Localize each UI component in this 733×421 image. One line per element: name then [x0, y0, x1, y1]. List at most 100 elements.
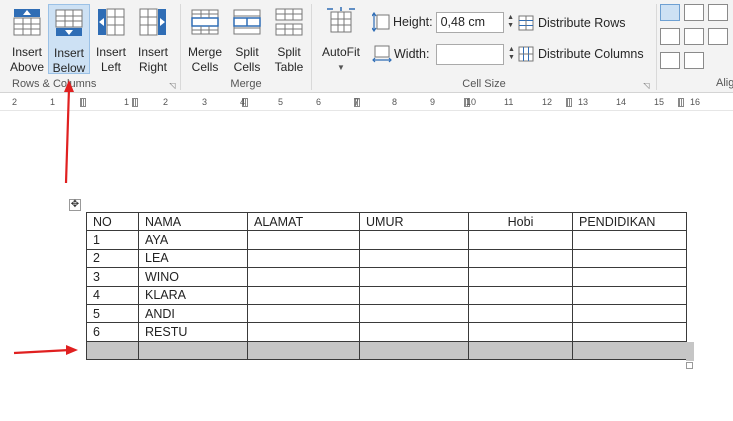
table-cell[interactable] [468, 267, 573, 287]
cell-size-launcher-icon[interactable]: ◹ [642, 81, 651, 90]
table-cell[interactable]: 2 [86, 248, 139, 269]
merge-cells-button[interactable]: Merge Cells [184, 4, 226, 74]
table-cell[interactable] [359, 322, 469, 342]
align-middle-right-button[interactable] [708, 28, 728, 45]
table-cell[interactable] [247, 248, 360, 269]
table-cell[interactable] [247, 303, 360, 324]
table-cell[interactable] [359, 303, 469, 324]
table-cell-selected[interactable] [247, 340, 360, 361]
insert-left-icon [98, 8, 125, 36]
table-cell[interactable]: 4 [86, 285, 139, 305]
table-cell[interactable]: 1 [86, 230, 139, 250]
ruler-number: 1 [50, 97, 56, 107]
table-resize-handle[interactable] [686, 362, 693, 369]
table-cell[interactable]: LEA [138, 248, 248, 269]
align-middle-center-button[interactable] [684, 28, 704, 45]
table-cell[interactable]: WINO [138, 267, 248, 287]
table-cell[interactable]: 5 [86, 303, 139, 324]
table-cell[interactable]: AYA [138, 230, 248, 250]
table-header-cell[interactable]: NO [86, 211, 139, 232]
insert-below-label-1: Insert [53, 46, 84, 60]
distribute-columns-button[interactable]: Distribute Columns [518, 43, 644, 65]
table-header-cell[interactable]: Hobi [468, 211, 573, 232]
spin-down-icon[interactable]: ▼ [508, 54, 515, 62]
ruler-column-marker[interactable] [132, 98, 138, 107]
table-cell[interactable] [468, 303, 573, 324]
width-label: Width: [394, 47, 430, 61]
rows-columns-group: Insert Above Insert Below Insert Left In… [0, 0, 180, 92]
table-cell[interactable] [572, 285, 687, 305]
ruler-indent-marker[interactable] [80, 98, 86, 107]
align-top-center-button[interactable] [684, 4, 704, 21]
distribute-rows-button[interactable]: Distribute Rows [518, 12, 626, 34]
table-cell-selected[interactable] [359, 340, 469, 361]
table-row: 6 RESTU [86, 322, 687, 342]
table-cell[interactable] [572, 303, 687, 324]
table-header-cell[interactable]: NAMA [138, 211, 248, 232]
horizontal-ruler[interactable]: 2 1 1 2 3 4 5 6 7 8 9 10 11 12 13 14 15 … [0, 95, 733, 111]
align-top-right-button[interactable] [708, 4, 728, 21]
width-input[interactable] [436, 43, 505, 65]
align-bottom-left-button[interactable] [660, 52, 680, 69]
table-move-handle-icon[interactable]: ✥ [69, 199, 81, 211]
table-header-cell[interactable]: ALAMAT [247, 211, 360, 232]
width-spinner[interactable]: ▲ ▼ [505, 44, 517, 65]
table-cell[interactable] [468, 322, 573, 342]
table-cell[interactable] [359, 248, 469, 269]
table-cell[interactable] [359, 285, 469, 305]
table-cell[interactable]: 6 [86, 322, 139, 342]
align-middle-left-button[interactable] [660, 28, 680, 45]
table-cell-selected[interactable] [138, 340, 248, 361]
split-table-button[interactable]: Split Table [268, 4, 310, 74]
distribute-columns-label: Distribute Columns [538, 47, 644, 61]
table-cell[interactable]: ANDI [138, 303, 248, 324]
table-header-cell[interactable]: PENDIDIKAN [572, 211, 687, 232]
table-cell[interactable]: KLARA [138, 285, 248, 305]
table-cell-selected[interactable] [468, 340, 573, 361]
table-cell[interactable] [572, 248, 687, 269]
spin-down-icon[interactable]: ▼ [507, 22, 514, 30]
table-cell-selected[interactable] [572, 340, 687, 361]
split-cells-icon [233, 9, 261, 35]
insert-below-button[interactable]: Insert Below [48, 4, 90, 75]
ruler-column-marker[interactable] [566, 98, 572, 107]
table-cell[interactable] [247, 230, 360, 250]
ruler-column-marker[interactable] [678, 98, 684, 107]
spin-up-icon[interactable]: ▲ [508, 46, 515, 54]
insert-left-button[interactable]: Insert Left [90, 4, 132, 74]
insert-above-button[interactable]: Insert Above [6, 4, 48, 74]
insert-right-button[interactable]: Insert Right [132, 4, 174, 74]
table-cell[interactable] [359, 267, 469, 287]
table-cell[interactable] [468, 248, 573, 269]
rows-columns-launcher-icon[interactable]: ◹ [168, 81, 177, 90]
table-cell[interactable] [247, 285, 360, 305]
table-row: 4 KLARA [86, 285, 687, 305]
table-cell[interactable] [359, 230, 469, 250]
height-row: Height: ▲▼ [372, 10, 517, 34]
table-cell[interactable] [572, 322, 687, 342]
autofit-button[interactable]: AutoFit ▼ [316, 4, 366, 74]
split-cells-button[interactable]: Split Cells [226, 4, 268, 74]
table-cell[interactable] [247, 322, 360, 342]
table-cell[interactable]: RESTU [138, 322, 248, 342]
spin-up-icon[interactable]: ▲ [507, 14, 514, 22]
table-cell[interactable] [468, 285, 573, 305]
height-input[interactable] [435, 11, 504, 33]
ruler-number: 16 [690, 97, 701, 107]
table-cell[interactable] [572, 267, 687, 287]
table-cell[interactable] [572, 230, 687, 250]
table-cell[interactable]: 3 [86, 267, 139, 287]
table-row: 1 AYA [86, 230, 687, 250]
inserted-row-selected [86, 340, 687, 361]
table-header-cell[interactable]: UMUR [359, 211, 469, 232]
ruler-number: 13 [578, 97, 589, 107]
height-spinner[interactable]: ▲ ▼ [505, 12, 517, 33]
table-cell[interactable] [247, 267, 360, 287]
align-top-left-button[interactable] [660, 4, 680, 21]
insert-right-label-1: Insert [137, 45, 168, 59]
autofit-icon [327, 7, 355, 33]
table-cell-selected[interactable] [86, 340, 139, 361]
table-cell[interactable] [468, 230, 573, 250]
align-bottom-center-button[interactable] [684, 52, 704, 69]
insert-right-icon [139, 8, 166, 36]
